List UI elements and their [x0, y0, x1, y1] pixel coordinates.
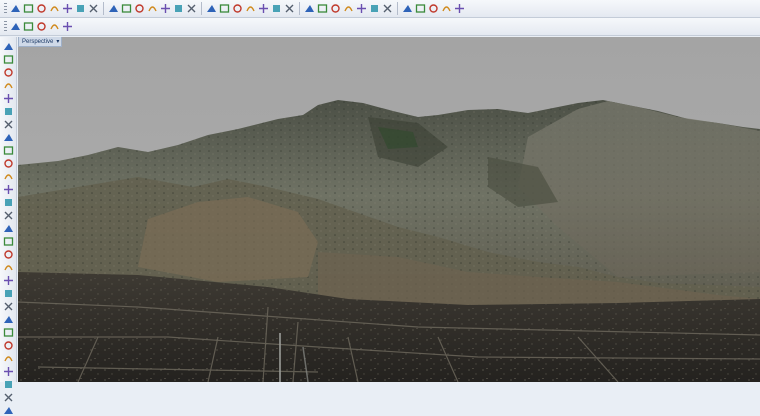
join-tool-icon[interactable] — [3, 236, 14, 247]
toolbar-separator — [103, 2, 104, 15]
array-tool-icon[interactable] — [3, 340, 14, 351]
rotate-tool-icon[interactable] — [3, 301, 14, 312]
snap-icon[interactable] — [271, 3, 282, 14]
transform-icon[interactable] — [356, 3, 367, 14]
cut-icon[interactable] — [62, 3, 73, 14]
viewport-title: Perspective — [22, 38, 54, 45]
fillet-tool-icon[interactable] — [3, 197, 14, 208]
boolean-tool-icon[interactable] — [3, 184, 14, 195]
material-icon[interactable] — [428, 3, 439, 14]
solid-icon[interactable] — [330, 3, 341, 14]
render-icon[interactable] — [258, 3, 269, 14]
shade-icon[interactable] — [415, 3, 426, 14]
plugin-paint-icon[interactable] — [62, 21, 73, 32]
analyze-icon[interactable] — [369, 3, 380, 14]
properties-icon[interactable] — [245, 3, 256, 14]
zoom-icon[interactable] — [134, 3, 145, 14]
scale-tool-icon[interactable] — [3, 314, 14, 325]
mirror-tool-icon[interactable] — [3, 327, 14, 338]
rectangle-tool-icon[interactable] — [3, 93, 14, 104]
redo-icon[interactable] — [49, 3, 60, 14]
group-tool-icon[interactable] — [3, 262, 14, 273]
sphere-tool-icon[interactable] — [3, 171, 14, 182]
copy-icon[interactable] — [75, 3, 86, 14]
surface-icon[interactable] — [317, 3, 328, 14]
dimension-icon[interactable] — [382, 3, 393, 14]
select-icon[interactable] — [186, 3, 197, 14]
explode-tool-icon[interactable] — [3, 249, 14, 260]
light-icon[interactable] — [441, 3, 452, 14]
zoom-window-icon[interactable] — [147, 3, 158, 14]
open-icon[interactable] — [23, 3, 34, 14]
arc-tool-icon[interactable] — [3, 106, 14, 117]
pan-icon[interactable] — [108, 3, 119, 14]
toolbar-separator — [397, 2, 398, 15]
point-icon[interactable] — [284, 3, 295, 14]
dimension-tool-icon[interactable] — [3, 353, 14, 364]
toolbar-separator — [201, 2, 202, 15]
viewport-menu-arrow[interactable]: ▾ — [56, 38, 59, 45]
layer-icon[interactable] — [232, 3, 243, 14]
layout-icon[interactable] — [219, 3, 230, 14]
toolbar-separator — [299, 2, 300, 15]
curve-icon[interactable] — [304, 3, 315, 14]
box-tool-icon[interactable] — [3, 158, 14, 169]
toolbar-grip[interactable] — [4, 2, 7, 15]
new-icon[interactable] — [10, 3, 21, 14]
undo-icon[interactable] — [36, 3, 47, 14]
trim-tool-icon[interactable] — [3, 210, 14, 221]
help-icon[interactable] — [454, 3, 465, 14]
plugin-shield-icon[interactable] — [10, 21, 21, 32]
toolbar-grip[interactable] — [4, 20, 7, 33]
paint-tool-icon[interactable] — [3, 405, 14, 416]
terrain-render — [18, 37, 760, 382]
plugin-toolbar — [0, 18, 760, 36]
plugin-save-icon[interactable] — [23, 21, 34, 32]
standard-toolbar — [0, 0, 760, 18]
paste-icon[interactable] — [88, 3, 99, 14]
hatch-tool-icon[interactable] — [3, 379, 14, 390]
zoom-selected-icon[interactable] — [173, 3, 184, 14]
copy-tool-icon[interactable] — [3, 288, 14, 299]
extrude-tool-icon[interactable] — [3, 145, 14, 156]
line-tool-icon[interactable] — [3, 54, 14, 65]
plugin-warning-icon[interactable] — [36, 21, 47, 32]
perspective-viewport[interactable] — [18, 37, 760, 382]
rotate-icon[interactable] — [121, 3, 132, 14]
surface-tool-icon[interactable] — [3, 132, 14, 143]
block-icon[interactable] — [402, 3, 413, 14]
viewport-title-tab[interactable]: Perspective ▾ — [18, 37, 63, 47]
polyline-tool-icon[interactable] — [3, 67, 14, 78]
plugin-frame-icon[interactable] — [49, 21, 60, 32]
point-tool-icon[interactable] — [3, 41, 14, 52]
mesh-icon[interactable] — [343, 3, 354, 14]
check-tool-icon[interactable] — [3, 392, 14, 403]
move-tool-icon[interactable] — [3, 275, 14, 286]
grid-icon[interactable] — [206, 3, 217, 14]
zoom-extents-icon[interactable] — [160, 3, 171, 14]
curve-tool-icon[interactable] — [3, 119, 14, 130]
split-tool-icon[interactable] — [3, 223, 14, 234]
text-tool-icon[interactable] — [3, 366, 14, 377]
circle-tool-icon[interactable] — [3, 80, 14, 91]
left-tool-palette — [0, 37, 17, 414]
